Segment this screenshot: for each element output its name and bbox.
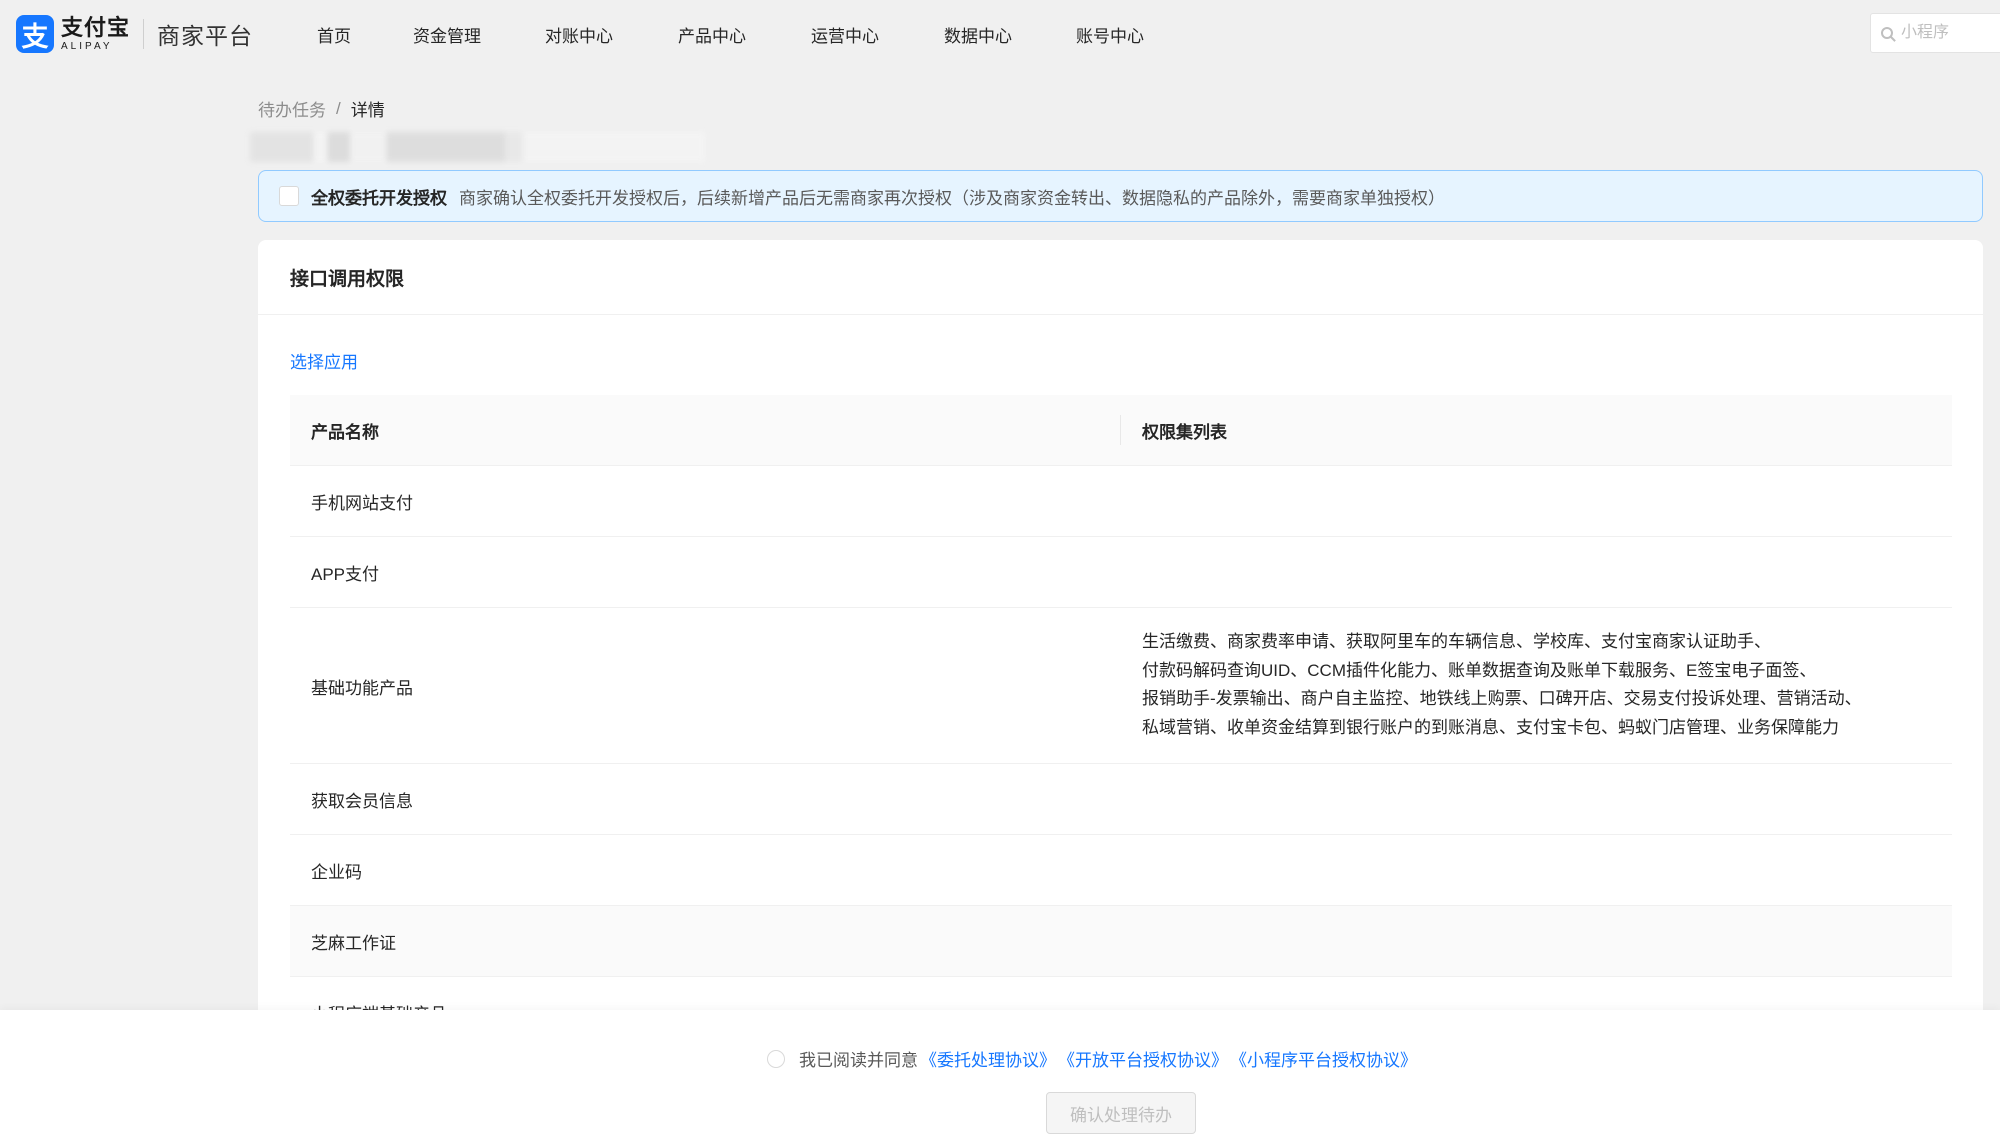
nav-account[interactable]: 账号中心 [1076, 22, 1144, 47]
nav-data[interactable]: 数据中心 [944, 22, 1012, 47]
nav-funds[interactable]: 资金管理 [413, 22, 481, 47]
top-navbar: 支 支付宝 ALIPAY 商家平台 首页 资金管理 对账中心 产品中心 运营中心… [0, 0, 2000, 68]
column-header-product: 产品名称 [311, 422, 379, 442]
breadcrumb-todo-link[interactable]: 待办任务 [258, 96, 326, 121]
open-platform-agreement-link[interactable]: 《开放平台授权协议》 [1058, 1046, 1228, 1071]
platform-title: 商家平台 [157, 23, 254, 49]
logo-text-cn: 支付宝 [61, 14, 131, 40]
column-divider [1120, 415, 1121, 445]
miniapp-agreement-link[interactable]: 《小程序平台授权协议》 [1230, 1046, 1417, 1071]
breadcrumb: 待办任务 / 详情 [258, 96, 385, 121]
search-icon [1881, 27, 1893, 39]
agreement-row: 我已阅读并同意 《委托处理协议》 《开放平台授权协议》 《小程序平台授权协议》 [767, 1046, 1417, 1071]
nav-reconciliation[interactable]: 对账中心 [545, 22, 613, 47]
full-delegation-checkbox[interactable] [279, 186, 299, 206]
permission-table: 产品名称 权限集列表 手机网站支付 APP支付 基础功能产品 生活缴费、商家费率… [290, 395, 1952, 1020]
column-header-permissions: 权限集列表 [1142, 422, 1227, 442]
permission-line: 私域营销、收单资金结算到银行账户的到账消息、支付宝卡包、蚂蚁门店管理、业务保障能… [1142, 717, 1839, 737]
product-name: 芝麻工作证 [311, 934, 396, 953]
delegation-agreement-link[interactable]: 《委托处理协议》 [920, 1046, 1056, 1071]
breadcrumb-current: 详情 [350, 101, 385, 120]
agree-text: 我已阅读并同意 [799, 1051, 918, 1070]
full-delegation-alert: 全权委托开发授权 商家确认全权委托开发授权后，后续新增产品后无需商家再次授权（涉… [258, 170, 1983, 222]
table-row: 芝麻工作证 [290, 906, 1952, 977]
product-name: 基础功能产品 [311, 679, 413, 698]
permission-line: 生活缴费、商家费率申请、获取阿里车的车辆信息、学校库、支付宝商家认证助手、 [1142, 632, 1771, 651]
alipay-logo-icon: 支 [16, 15, 54, 53]
permission-list: 生活缴费、商家费率申请、获取阿里车的车辆信息、学校库、支付宝商家认证助手、 付款… [1142, 628, 1932, 742]
breadcrumb-separator: / [336, 98, 341, 118]
search-box[interactable] [1870, 13, 2000, 53]
card-header: 接口调用权限 [258, 240, 1983, 315]
product-name: 获取会员信息 [311, 792, 413, 811]
search-input[interactable] [1899, 23, 2000, 43]
card-title: 接口调用权限 [290, 268, 405, 290]
nav-products[interactable]: 产品中心 [678, 22, 746, 47]
table-row: APP支付 [290, 537, 1952, 608]
api-permission-card: 接口调用权限 选择应用 产品名称 权限集列表 手机网站支付 APP支付 基础功能… [258, 240, 1983, 1020]
alipay-logo[interactable]: 支 支付宝 ALIPAY 商家平台 [16, 14, 254, 53]
product-name: 企业码 [311, 863, 362, 882]
logo-text-en: ALIPAY [61, 40, 113, 52]
nav-home[interactable]: 首页 [317, 22, 351, 47]
table-row: 手机网站支付 [290, 466, 1952, 537]
agree-radio[interactable] [767, 1049, 785, 1068]
logo-divider [143, 19, 145, 49]
action-footer: 我已阅读并同意 《委托处理协议》 《开放平台授权协议》 《小程序平台授权协议》 … [0, 1010, 2000, 1146]
table-row: 获取会员信息 [290, 764, 1952, 835]
table-row: 基础功能产品 生活缴费、商家费率申请、获取阿里车的车辆信息、学校库、支付宝商家认… [290, 608, 1952, 764]
select-app-link[interactable]: 选择应用 [290, 348, 358, 373]
product-name: 手机网站支付 [311, 494, 413, 513]
table-header: 产品名称 权限集列表 [290, 395, 1952, 466]
confirm-todo-button[interactable]: 确认处理待办 [1046, 1092, 1196, 1134]
alert-title: 全权委托开发授权 [311, 188, 447, 208]
alert-description: 商家确认全权委托开发授权后，后续新增产品后无需商家再次授权（涉及商家资金转出、数… [459, 188, 1445, 208]
permission-line: 报销助手-发票输出、商户自主监控、地铁线上购票、口碑开店、交易支付投诉处理、营销… [1142, 689, 1862, 708]
redacted-subtitle [250, 132, 705, 162]
nav-operations[interactable]: 运营中心 [811, 22, 879, 47]
permission-line: 付款码解码查询UID、CCM插件化能力、账单数据查询及账单下载服务、E签宝电子面… [1142, 660, 1817, 680]
product-name: APP支付 [311, 565, 380, 584]
table-row: 企业码 [290, 835, 1952, 906]
